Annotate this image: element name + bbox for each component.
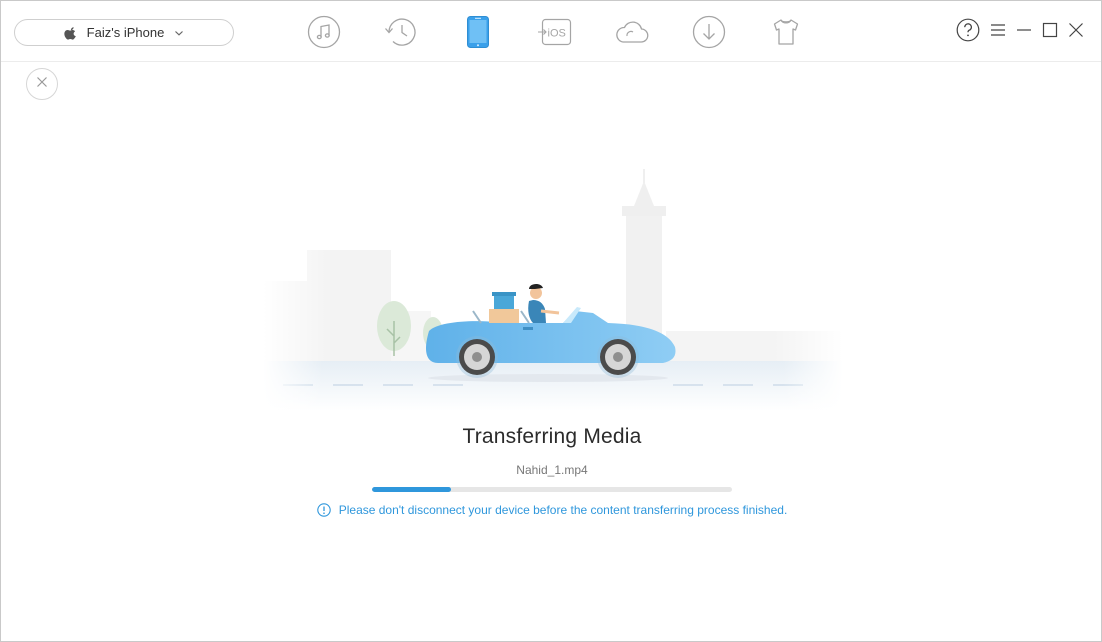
ios-mover-icon: iOS [537, 17, 573, 47]
download-icon [692, 15, 726, 49]
window-controls [955, 18, 1089, 46]
menu-button[interactable] [985, 18, 1011, 46]
help-button[interactable] [955, 18, 981, 46]
maximize-icon [1042, 22, 1058, 43]
nav-download[interactable] [670, 11, 747, 53]
transfer-illustration [263, 161, 846, 411]
minimize-icon [1016, 23, 1032, 42]
nav-toolbox[interactable] [747, 11, 824, 53]
warning-text: Please don't disconnect your device befo… [338, 503, 788, 517]
close-icon [1068, 22, 1084, 43]
warning-message: Please don't disconnect your device befo… [1, 503, 1101, 517]
history-icon [383, 15, 419, 49]
nav-music[interactable] [285, 11, 362, 53]
cancel-transfer-button[interactable] [26, 68, 58, 100]
menu-icon [990, 23, 1006, 42]
info-icon [316, 503, 331, 517]
cloud-icon [614, 18, 650, 46]
maximize-button[interactable] [1037, 18, 1063, 46]
nav-ios-mover[interactable]: iOS [516, 11, 593, 53]
nav-history[interactable] [362, 11, 439, 53]
music-icon [307, 15, 341, 49]
apple-icon [64, 26, 78, 40]
phone-icon [466, 15, 490, 49]
minimize-button[interactable] [1011, 18, 1037, 46]
progress-bar [372, 487, 732, 492]
nav-phone[interactable] [439, 11, 516, 53]
page-title: Transferring Media [462, 425, 642, 448]
tshirt-icon [771, 17, 801, 47]
nav-cloud[interactable] [593, 11, 670, 53]
road [263, 361, 843, 411]
close-x-icon [36, 75, 48, 93]
progress-fill [372, 487, 452, 492]
chevron-down-icon [174, 28, 184, 38]
close-window-button[interactable] [1063, 18, 1089, 46]
top-bar: Faiz's iPhone iOS [1, 1, 1101, 62]
device-selector[interactable]: Faiz's iPhone [14, 19, 234, 46]
current-filename: Nahid_1.mp4 [516, 463, 588, 477]
main-nav: iOS [285, 11, 824, 53]
app-window: Faiz's iPhone iOS Transferring Media Nah… [0, 0, 1102, 642]
help-icon [956, 18, 980, 47]
device-name: Faiz's iPhone [86, 25, 165, 40]
ios-label: iOS [547, 28, 565, 40]
